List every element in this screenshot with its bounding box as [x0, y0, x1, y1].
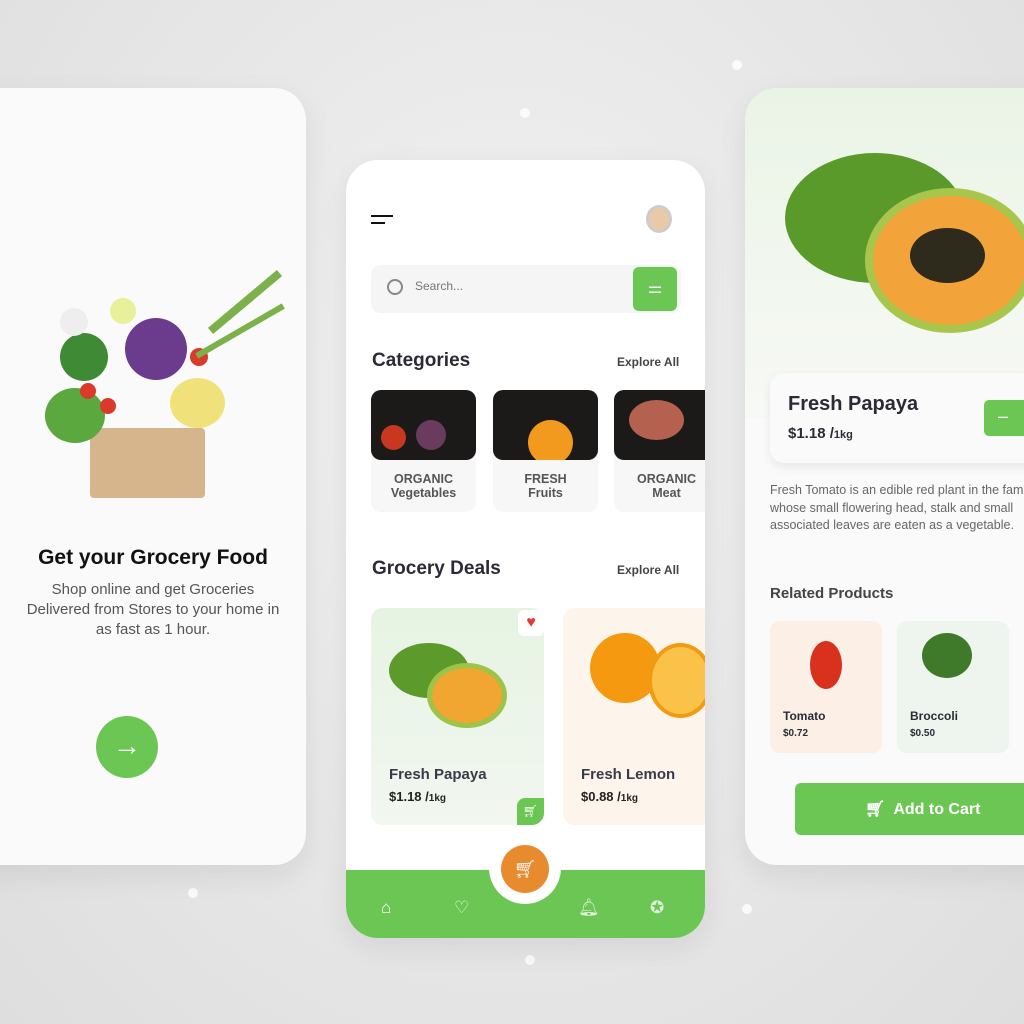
bell-icon[interactable]: 🔔︎: [578, 898, 600, 918]
avatar[interactable]: [646, 205, 672, 233]
filter-icon: ⚌: [647, 280, 663, 297]
deal-name: Fresh Papaya: [389, 766, 487, 783]
category-line1: FRESH: [524, 472, 567, 486]
arrow-right-icon: →: [113, 730, 141, 761]
related-price: $0.50: [910, 728, 936, 739]
category-card[interactable]: ORGANIC Vegetables: [371, 390, 476, 512]
related-card[interactable]: Broccoli $0.50: [897, 621, 1009, 753]
category-line2: Fruits: [528, 486, 563, 500]
categories-explore-all[interactable]: Explore All: [617, 355, 679, 369]
product-description: Fresh Tomato is an edible red plant in t…: [770, 483, 1024, 532]
heart-icon[interactable]: ♡: [454, 898, 469, 918]
broccoli-image: [922, 633, 972, 678]
add-to-cart-label: Add to Cart: [893, 801, 981, 818]
category-line1: ORGANIC: [636, 472, 697, 486]
next-button[interactable]: →: [96, 716, 158, 778]
category-card[interactable]: FRESH Fruits: [493, 390, 598, 512]
onboarding-screen: Get your Grocery Food Shop online and ge…: [0, 88, 306, 865]
filter-button[interactable]: ⚌: [633, 267, 677, 311]
meat-image: [614, 390, 705, 460]
deals-title: Grocery Deals: [372, 558, 501, 579]
related-name: Broccoli: [910, 709, 959, 723]
tomato-image: [810, 641, 842, 689]
deal-price: $0.88 /1kg: [581, 789, 638, 804]
home-screen: ⚌ Categories Explore All ORGANICVegetabl…: [346, 160, 705, 938]
cart-icon: 🛒︎: [522, 804, 539, 818]
deal-price: $1.18 /1kg: [389, 789, 446, 804]
vegetables-image: [371, 390, 476, 460]
category-card[interactable]: ORGANIC Meat: [614, 390, 705, 512]
related-title: Related Products: [770, 585, 894, 602]
related-price: $0.72: [783, 728, 809, 739]
add-to-cart-button[interactable]: 🛒︎ Add to Cart: [795, 783, 1024, 835]
cart-button[interactable]: 🛒︎: [501, 845, 549, 893]
groceries-illustration: [0, 238, 300, 508]
deal-name: Fresh Lemon: [581, 766, 676, 783]
category-line2: Meat: [652, 486, 681, 500]
deal-card[interactable]: ♥ Fresh Papaya $1.18 /1kg 🛒︎: [371, 608, 544, 825]
search-input[interactable]: [415, 279, 615, 293]
onboarding-subtitle: Shop online and get Groceries Delivered …: [0, 580, 306, 640]
product-info-card: Fresh Papaya $1.18 /1kg –: [770, 373, 1024, 463]
onboarding-title: Get your Grocery Food: [38, 546, 268, 569]
subtitle-line: Delivered from Stores to your home in: [26, 601, 280, 618]
home-icon[interactable]: ⌂: [381, 898, 391, 918]
related-name: Tomato: [783, 709, 826, 723]
menu-icon[interactable]: [371, 215, 395, 224]
cart-icon: 🛒︎: [865, 801, 886, 818]
discount-icon[interactable]: ✪: [650, 898, 664, 918]
category-line2: Vegetables: [390, 486, 457, 500]
search-icon: [387, 279, 403, 295]
favorite-heart-icon[interactable]: ♥: [518, 610, 544, 636]
product-price: $1.18 /1kg: [788, 425, 853, 442]
category-line1: ORGANIC: [393, 472, 454, 486]
add-to-cart-small-button[interactable]: 🛒︎: [517, 798, 544, 825]
search-bar[interactable]: ⚌: [371, 265, 681, 313]
deal-card[interactable]: Fresh Lemon $0.88 /1kg: [563, 608, 705, 825]
related-card[interactable]: Tomato $0.72: [770, 621, 882, 753]
product-detail-screen: Fresh Papaya $1.18 /1kg – Fresh Tomato i…: [745, 88, 1024, 865]
quantity-minus-button[interactable]: –: [984, 400, 1024, 436]
deals-explore-all[interactable]: Explore All: [617, 563, 679, 577]
subtitle-line: Shop online and get Groceries: [51, 581, 255, 598]
product-name: Fresh Papaya: [788, 393, 919, 415]
categories-title: Categories: [372, 350, 471, 371]
cart-icon: 🛒︎: [513, 859, 537, 879]
subtitle-line: as fast as 1 hour.: [95, 621, 211, 638]
papaya-hero-image: [745, 88, 1024, 418]
fruits-image: [493, 390, 598, 460]
